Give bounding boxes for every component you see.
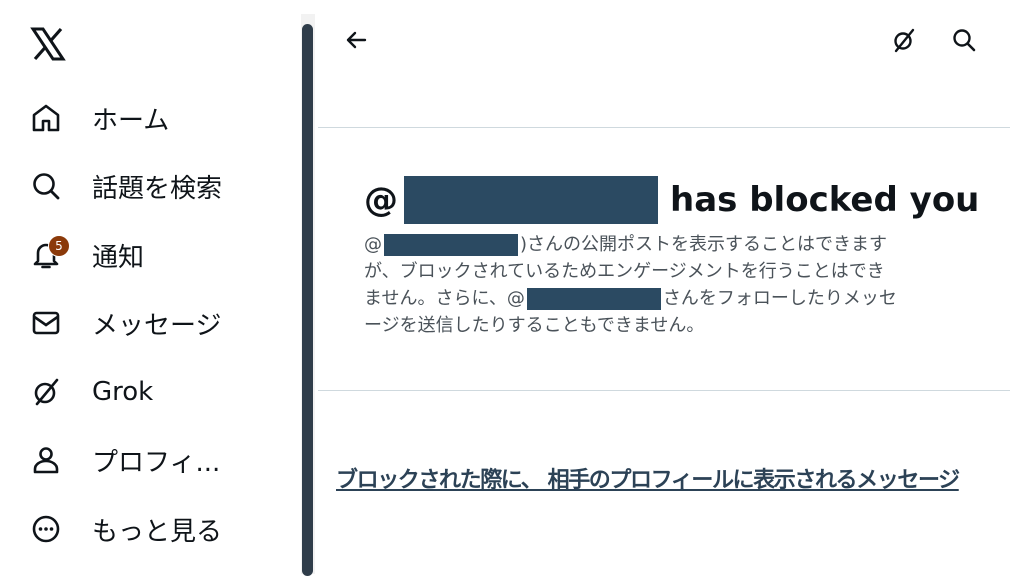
nav-more[interactable]: もっと見る bbox=[28, 507, 222, 551]
title-suffix: has blocked you bbox=[670, 180, 980, 220]
desc-line3-prefix: ません。さらに、@ bbox=[364, 288, 525, 309]
redacted-username-inline bbox=[526, 288, 661, 310]
x-logo-icon[interactable] bbox=[30, 26, 66, 62]
envelope-icon bbox=[28, 305, 64, 341]
desc-line-3: ません。さらに、@ さんをフォローしたりメッセ bbox=[364, 285, 984, 312]
nav-messages-label: メッセージ bbox=[92, 310, 222, 341]
desc-line-4: ージを送信したりすることもできません。 bbox=[364, 315, 705, 336]
nav-profile-label: プロフィ... bbox=[92, 447, 221, 478]
nav-home[interactable]: ホーム bbox=[28, 96, 169, 140]
home-icon bbox=[28, 100, 64, 136]
bell-icon: 5 bbox=[28, 235, 70, 273]
desc-line3-suffix: さんをフォローしたりメッセ bbox=[662, 288, 897, 309]
back-arrow-icon[interactable] bbox=[340, 24, 372, 56]
scrollbar-thumb[interactable] bbox=[302, 24, 313, 576]
redacted-username bbox=[404, 176, 658, 224]
person-icon bbox=[28, 442, 64, 478]
desc-line1-suffix: )さんの公開ポストを表示することはできます bbox=[520, 234, 888, 255]
desc-line1-prefix: @ bbox=[364, 234, 382, 255]
desc-line-1: @ )さんの公開ポストを表示することはできます bbox=[364, 231, 984, 258]
desc-line-2: が、ブロックされているためエンゲージメントを行うことはでき bbox=[364, 261, 885, 282]
nav-grok[interactable]: Grok bbox=[28, 370, 153, 414]
nav-notifications[interactable]: 5 通知 bbox=[28, 233, 144, 277]
search-icon[interactable] bbox=[948, 24, 980, 56]
header-divider bbox=[318, 127, 1010, 128]
nav-home-label: ホーム bbox=[92, 105, 170, 136]
title-at-sign: @ bbox=[364, 180, 398, 220]
nav-messages[interactable]: メッセージ bbox=[28, 301, 221, 345]
nav-grok-label: Grok bbox=[92, 377, 154, 407]
nav-notifications-label: 通知 bbox=[92, 242, 145, 273]
redacted-username-inline bbox=[384, 234, 518, 256]
blocked-description: @ )さんの公開ポストを表示することはできます が、ブロックされているためエンゲー… bbox=[364, 231, 984, 339]
grok-icon bbox=[28, 374, 64, 410]
main-column: @ has blocked you @ )さんの公開ポストを表示することはできます… bbox=[318, 0, 1024, 576]
search-icon bbox=[28, 168, 64, 204]
notification-badge: 5 bbox=[48, 235, 70, 257]
sidebar: ホーム 話題を検索 5 通知 メッセージ Grok プロフィ... もっと見る bbox=[0, 0, 300, 576]
grok-icon[interactable] bbox=[888, 24, 920, 56]
nav-more-label: もっと見る bbox=[92, 516, 223, 547]
blocked-title: @ has blocked you bbox=[364, 176, 979, 224]
nav-explore[interactable]: 話題を検索 bbox=[28, 164, 222, 208]
blocked-message-link[interactable]: ブロックされた際に、 相手のプロフィールに表示されるメッセージ bbox=[336, 462, 960, 494]
more-circle-icon bbox=[28, 511, 64, 547]
content-divider bbox=[318, 390, 1010, 391]
nav-explore-label: 話題を検索 bbox=[92, 173, 223, 204]
nav-profile[interactable]: プロフィ... bbox=[28, 438, 220, 482]
